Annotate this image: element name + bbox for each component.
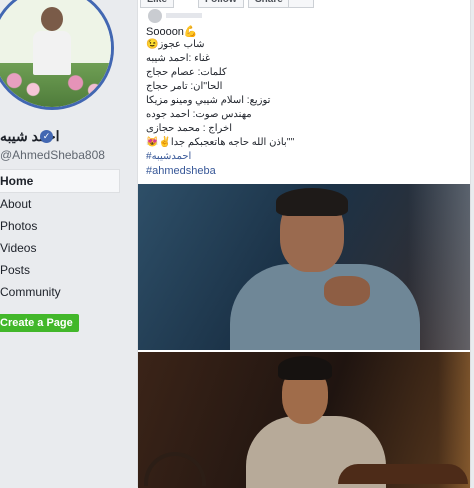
- post-text-line: اخراج : محمد حجازى: [146, 123, 233, 134]
- follow-button[interactable]: Follow: [198, 0, 244, 8]
- post-text-line: توزيع: اسلام شيبي ومينو مزيكا: [146, 95, 271, 106]
- like-button[interactable]: Like: [140, 0, 175, 8]
- nav-item-videos[interactable]: Videos: [0, 237, 120, 259]
- person-head: [41, 7, 63, 31]
- post-text-line: كلمات: عصام حجاج: [146, 67, 227, 78]
- hashtag-ahmedsheba[interactable]: #ahmedsheba: [146, 165, 216, 177]
- page-name-placeholder: [166, 13, 202, 18]
- post-card: Like Follow Share Soooon💪 😉شاب عجوز غناء…: [137, 0, 471, 488]
- profile-sidebar: احمد شيبه ✓ @AhmedSheba808 Home About Ph…: [0, 0, 128, 487]
- nav-item-home[interactable]: Home: [0, 169, 120, 193]
- avatar[interactable]: [0, 0, 114, 110]
- profile-picture: [0, 0, 111, 107]
- post-photo-2[interactable]: [138, 352, 470, 488]
- person-hair: [278, 356, 332, 380]
- nav-item-photos[interactable]: Photos: [0, 215, 120, 237]
- page-avatar-small[interactable]: [148, 9, 162, 23]
- post-text-line: Soooon💪: [146, 26, 198, 38]
- nav-item-about[interactable]: About: [0, 193, 120, 215]
- person-jacket: [230, 264, 420, 350]
- post-text-line: 😻✌باذن الله حاجه هاتعجبكم جدا'''': [146, 137, 295, 148]
- person-hair: [276, 188, 348, 216]
- create-page-button[interactable]: Create a Page: [0, 314, 79, 332]
- page-handle[interactable]: @AhmedSheba808: [0, 148, 105, 162]
- post-text-line: الحا''ان: تامر حجاج: [146, 81, 223, 92]
- more-options-button[interactable]: [288, 0, 314, 8]
- person-hands: [324, 276, 370, 306]
- nav-item-posts[interactable]: Posts: [0, 259, 120, 281]
- post-text-line: 😉شاب عجوز: [146, 39, 205, 50]
- nav-item-community[interactable]: Community: [0, 281, 120, 303]
- verified-badge-icon: ✓: [40, 130, 53, 143]
- page-nav: Home About Photos Videos Posts Community: [0, 169, 120, 303]
- person-body: [33, 31, 71, 75]
- share-button[interactable]: Share: [248, 0, 290, 8]
- table: [338, 464, 468, 484]
- post-photo-1[interactable]: [138, 184, 470, 350]
- post-text-line: مهندس صوت: احمد جوده: [146, 109, 252, 120]
- chair: [144, 452, 206, 486]
- post-text-line: غناء :احمد شيبه: [146, 53, 211, 64]
- hashtag-arabic[interactable]: #احمدشيبه: [146, 151, 191, 162]
